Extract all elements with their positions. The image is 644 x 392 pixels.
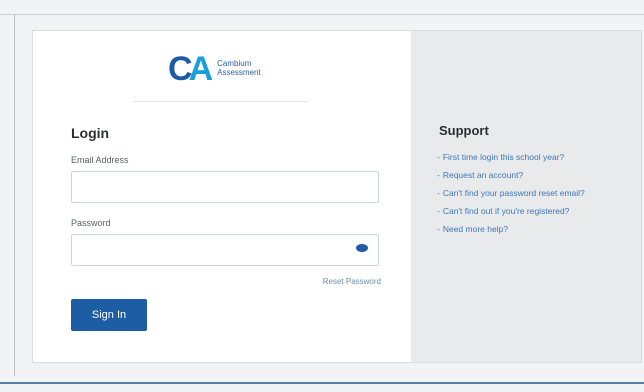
email-label: Email Address <box>71 155 129 165</box>
support-title: Support <box>439 123 489 138</box>
logo-divider <box>133 101 308 102</box>
find-password-reset-link[interactable]: Can't find your password reset email? <box>443 188 585 198</box>
logo-name-line1: Cambium <box>217 59 252 69</box>
logo-mark-a: A <box>188 50 213 88</box>
support-item: - First time login this school year? <box>437 148 585 166</box>
login-title: Login <box>71 125 110 141</box>
logo-mark-c: C <box>168 50 192 88</box>
login-card: CA Cambium Assessment Login Email Addres… <box>32 30 642 363</box>
reset-password-link[interactable]: Reset Password <box>323 277 381 286</box>
first-time-login-link[interactable]: First time login this school year? <box>443 152 564 162</box>
logo-name-line2: Assessment <box>217 68 261 77</box>
support-item: - Need more help? <box>437 220 585 238</box>
bullet-icon: - <box>437 224 440 234</box>
request-account-link[interactable]: Request an account? <box>443 170 523 180</box>
bullet-icon: - <box>437 152 440 162</box>
bullet-icon: - <box>437 170 440 180</box>
support-item: - Can't find your password reset email? <box>437 184 585 202</box>
sign-in-button[interactable]: Sign In <box>71 299 147 331</box>
password-label: Password <box>71 218 111 228</box>
need-help-link[interactable]: Need more help? <box>443 224 508 234</box>
frame-bottom-line <box>0 382 644 384</box>
frame-top-line <box>0 14 644 15</box>
password-field[interactable] <box>71 234 379 266</box>
support-pane: Support - First time login this school ye… <box>411 31 641 362</box>
login-pane: CA Cambium Assessment Login Email Addres… <box>33 31 411 362</box>
bullet-icon: - <box>437 188 440 198</box>
frame-left-line <box>14 14 15 376</box>
support-links: - First time login this school year? - Req… <box>437 148 585 238</box>
support-item: - Can't find out if you're registered? <box>437 202 585 220</box>
bullet-icon: - <box>437 206 440 216</box>
eye-icon[interactable] <box>356 244 368 252</box>
registered-check-link[interactable]: Can't find out if you're registered? <box>443 206 570 216</box>
logo-text: Cambium Assessment <box>217 59 261 78</box>
cambium-logo: CA Cambium Assessment <box>168 49 298 89</box>
email-field[interactable] <box>71 171 379 203</box>
logo-mark: CA <box>168 50 213 88</box>
support-item: - Request an account? <box>437 166 585 184</box>
